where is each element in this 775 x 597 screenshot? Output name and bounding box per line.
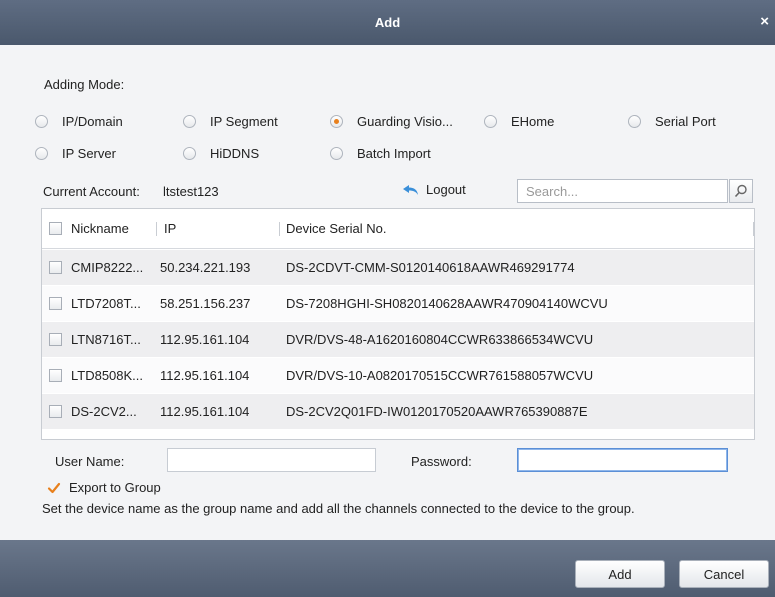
row-serial: DS-2CDVT-CMM-S0120140618AAWR469291774 bbox=[286, 260, 575, 275]
table-header: Nickname IP Device Serial No. bbox=[42, 209, 754, 249]
row-ip: 112.95.161.104 bbox=[160, 368, 250, 383]
column-header-serial[interactable]: Device Serial No. bbox=[286, 209, 386, 248]
radio-indicator bbox=[183, 115, 196, 128]
row-checkbox[interactable] bbox=[49, 297, 62, 310]
close-icon[interactable]: × bbox=[760, 13, 769, 30]
column-divider[interactable] bbox=[279, 222, 280, 236]
radio-ip-segment[interactable]: IP Segment bbox=[183, 114, 278, 129]
search-button[interactable] bbox=[729, 179, 753, 203]
column-header-ip[interactable]: IP bbox=[164, 209, 176, 248]
checkmark-icon bbox=[47, 482, 61, 493]
cancel-button[interactable]: Cancel bbox=[679, 560, 769, 588]
username-label: User Name: bbox=[55, 454, 125, 469]
export-description: Set the device name as the group name an… bbox=[42, 501, 635, 516]
radio-indicator bbox=[35, 115, 48, 128]
add-button[interactable]: Add bbox=[575, 560, 665, 588]
logout-label: Logout bbox=[426, 182, 466, 197]
table-row[interactable]: DS-2CV2... 112.95.161.104 DS-2CV2Q01FD-I… bbox=[42, 393, 754, 429]
radio-guarding-vision[interactable]: Guarding Visio... bbox=[330, 114, 453, 129]
row-serial: DVR/DVS-48-A1620160804CCWR633866534WCVU bbox=[286, 332, 594, 347]
table-row[interactable]: LTD7208T... 58.251.156.237 DS-7208HGHI-S… bbox=[42, 285, 754, 321]
current-account-label: Current Account: bbox=[43, 184, 140, 199]
row-checkbox[interactable] bbox=[49, 369, 62, 382]
radio-indicator bbox=[35, 147, 48, 160]
radio-label: Guarding Visio... bbox=[357, 114, 453, 129]
radio-indicator bbox=[330, 147, 343, 160]
row-nickname: DS-2CV2... bbox=[71, 404, 137, 419]
radio-label: IP Segment bbox=[210, 114, 278, 129]
row-ip: 112.95.161.104 bbox=[160, 332, 250, 347]
radio-label: HiDDNS bbox=[210, 146, 260, 161]
password-input[interactable] bbox=[517, 448, 728, 472]
current-account-value: ltstest123 bbox=[163, 184, 219, 199]
table-row[interactable]: LTN8716T... 112.95.161.104 DVR/DVS-48-A1… bbox=[42, 321, 754, 357]
row-ip: 50.234.221.193 bbox=[160, 260, 251, 275]
row-serial: DVR/DVS-10-A0820170515CCWR761588057WCVU bbox=[286, 368, 594, 383]
table-row[interactable]: CMIP8222... 50.234.221.193 DS-2CDVT-CMM-… bbox=[42, 249, 754, 285]
row-checkbox[interactable] bbox=[49, 405, 62, 418]
row-ip: 112.95.161.104 bbox=[160, 404, 250, 419]
radio-ip-server[interactable]: IP Server bbox=[35, 146, 116, 161]
select-all-checkbox[interactable] bbox=[49, 222, 62, 235]
password-label: Password: bbox=[411, 454, 472, 469]
radio-label: IP Server bbox=[62, 146, 116, 161]
radio-label: Serial Port bbox=[655, 114, 716, 129]
radio-label: EHome bbox=[511, 114, 555, 129]
radio-ip-domain[interactable]: IP/Domain bbox=[35, 114, 123, 129]
row-nickname: CMIP8222... bbox=[71, 260, 144, 275]
radio-indicator bbox=[330, 115, 343, 128]
radio-batch-import[interactable]: Batch Import bbox=[330, 146, 431, 161]
column-divider[interactable] bbox=[753, 222, 754, 236]
table-row[interactable]: LTD8508K... 112.95.161.104 DVR/DVS-10-A0… bbox=[42, 357, 754, 393]
radio-serial-port[interactable]: Serial Port bbox=[628, 114, 716, 129]
radio-ehome[interactable]: EHome bbox=[484, 114, 554, 129]
radio-indicator bbox=[628, 115, 641, 128]
radio-label: Batch Import bbox=[357, 146, 431, 161]
logout-button[interactable]: Logout bbox=[402, 182, 466, 197]
radio-label: IP/Domain bbox=[62, 114, 123, 129]
row-ip: 58.251.156.237 bbox=[160, 296, 251, 311]
search-input[interactable] bbox=[517, 179, 728, 203]
undo-arrow-icon bbox=[403, 184, 418, 195]
export-to-group-checkbox[interactable]: Export to Group bbox=[47, 480, 161, 495]
radio-indicator bbox=[183, 147, 196, 160]
row-checkbox[interactable] bbox=[49, 333, 62, 346]
row-nickname: LTN8716T... bbox=[71, 332, 141, 347]
title-bar: Add × bbox=[0, 0, 775, 45]
row-nickname: LTD8508K... bbox=[71, 368, 144, 383]
row-nickname: LTD7208T... bbox=[71, 296, 141, 311]
window-title: Add bbox=[374, 15, 401, 30]
column-divider[interactable] bbox=[156, 222, 157, 236]
row-checkbox[interactable] bbox=[49, 261, 62, 274]
column-header-nickname[interactable]: Nickname bbox=[71, 209, 129, 248]
export-to-group-label: Export to Group bbox=[69, 480, 161, 495]
username-input[interactable] bbox=[167, 448, 376, 472]
magnifier-icon bbox=[734, 184, 747, 198]
row-serial: DS-2CV2Q01FD-IW0120170520AAWR765390887E bbox=[286, 404, 588, 419]
row-serial: DS-7208HGHI-SH0820140628AAWR470904140WCV… bbox=[286, 296, 608, 311]
adding-mode-label: Adding Mode: bbox=[44, 77, 125, 92]
radio-hiddns[interactable]: HiDDNS bbox=[183, 146, 259, 161]
radio-indicator bbox=[484, 115, 497, 128]
device-table: Nickname IP Device Serial No. CMIP8222..… bbox=[41, 208, 755, 440]
